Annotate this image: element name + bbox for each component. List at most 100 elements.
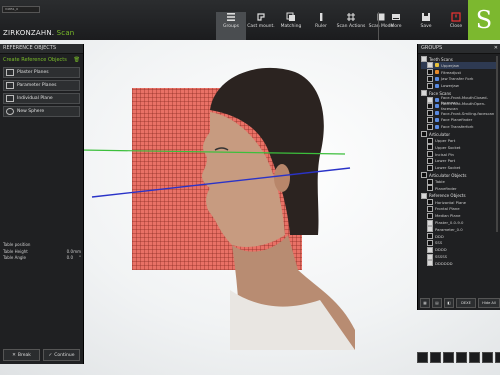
close-panel-icon[interactable]: ✕ <box>494 44 498 53</box>
item-checkbox[interactable] <box>427 123 433 130</box>
group-item[interactable]: SSSSS <box>421 253 496 260</box>
group-item[interactable]: Jaw Transfer Fork <box>421 75 496 83</box>
continue-button[interactable]: ✓ Continue <box>43 349 80 361</box>
item-checkbox[interactable] <box>427 116 433 123</box>
group-item[interactable]: Upper Socket <box>421 144 496 151</box>
color-swatch[interactable] <box>435 117 439 122</box>
color-swatch[interactable] <box>435 97 439 102</box>
item-checkbox[interactable] <box>427 205 433 212</box>
group-item[interactable]: Parameter_0.0 <box>421 226 496 233</box>
item-checkbox[interactable] <box>427 75 433 82</box>
group-item[interactable]: Horizontal Plane <box>421 199 496 206</box>
item-checkbox[interactable] <box>427 82 433 89</box>
hide-all-button[interactable]: Hide All <box>478 298 500 308</box>
group-item[interactable]: DDDD <box>421 246 496 253</box>
color-swatch[interactable] <box>435 76 439 81</box>
view-add-icon[interactable] <box>495 352 500 363</box>
group-item[interactable]: Face Transferfork <box>421 123 496 130</box>
more-button[interactable]: More <box>381 12 411 40</box>
group-checkbox[interactable] <box>421 56 427 62</box>
group-checkbox[interactable] <box>421 172 427 179</box>
create-reference-objects[interactable]: Create Reference Objects 🗑 <box>0 54 83 65</box>
groups-scrollbar[interactable] <box>496 56 498 232</box>
zirkonzahn-logo-button[interactable]: S <box>468 0 500 40</box>
save-button[interactable]: Save <box>411 12 441 40</box>
view-back-icon[interactable] <box>430 352 441 363</box>
plane-icon <box>6 82 14 89</box>
list-view-icon[interactable]: ▤ <box>432 298 442 308</box>
color-swatch[interactable] <box>435 70 439 75</box>
scan-actions-button[interactable]: Scan Actions <box>336 12 366 40</box>
group-item[interactable]: Lowerjaw <box>421 82 496 89</box>
group-item[interactable]: Plaster_0.0-9.0 <box>421 219 496 226</box>
new-sphere-button[interactable]: New Sphere <box>3 106 80 117</box>
color-swatch[interactable] <box>435 124 439 129</box>
item-checkbox[interactable] <box>427 239 433 246</box>
table-angle-input[interactable]: 0.0 <box>61 255 73 260</box>
group-item[interactable]: Face Planefinder <box>421 116 496 124</box>
item-checkbox[interactable] <box>427 178 433 185</box>
item-checkbox[interactable] <box>427 69 433 76</box>
item-checkbox[interactable] <box>427 219 433 226</box>
item-checkbox[interactable] <box>427 62 433 69</box>
group-item[interactable]: Lower Part <box>421 157 496 165</box>
ruler-button[interactable]: Ruler <box>306 12 336 40</box>
group-item[interactable]: Face-Front-Smiling-facescan <box>421 110 496 117</box>
group-checkbox[interactable] <box>421 192 427 199</box>
item-checkbox[interactable] <box>427 164 433 171</box>
cast-mount-button[interactable]: Cast mount. <box>246 12 276 40</box>
group-item[interactable]: Incisal Pin <box>421 151 496 158</box>
color-swatch[interactable] <box>435 63 439 68</box>
view-bottom-icon[interactable] <box>482 352 493 363</box>
color-swatch[interactable] <box>435 104 439 109</box>
item-checkbox[interactable] <box>427 144 433 151</box>
grid-view-icon[interactable]: ▦ <box>420 298 430 308</box>
item-checkbox[interactable] <box>427 199 433 206</box>
matching-button[interactable]: Matching <box>276 12 306 40</box>
table-height-input[interactable]: 0.0 <box>61 249 73 254</box>
group-item[interactable]: Fitreadjust <box>421 69 496 76</box>
item-checkbox[interactable] <box>427 260 433 267</box>
group-item[interactable]: Table <box>421 178 496 185</box>
item-checkbox[interactable] <box>427 253 433 260</box>
item-checkbox[interactable] <box>427 103 433 110</box>
scan-actions-icon <box>347 13 355 21</box>
close-button[interactable]: Close <box>441 12 471 40</box>
group-item[interactable]: Lower Socket <box>421 164 496 171</box>
item-checkbox[interactable] <box>427 110 433 117</box>
item-checkbox[interactable] <box>427 233 433 240</box>
group-item[interactable]: Upper Part <box>421 137 496 144</box>
group-item[interactable]: Face-Front-MouthOpen-facescan <box>421 101 496 111</box>
trash-icon[interactable]: 🗑 <box>74 57 80 63</box>
color-swatch[interactable] <box>435 111 439 116</box>
item-checkbox[interactable] <box>427 157 433 164</box>
color-swatch[interactable] <box>435 83 439 88</box>
group-checkbox[interactable] <box>421 90 427 97</box>
item-checkbox[interactable] <box>427 212 433 219</box>
view-left-icon[interactable] <box>443 352 454 363</box>
dexe-button[interactable]: DEXE <box>456 298 476 308</box>
group-item[interactable]: Frontal Plane <box>421 205 496 213</box>
group-item[interactable]: Planefinder <box>421 185 496 192</box>
view-top-icon[interactable] <box>469 352 480 363</box>
individual-plane-button[interactable]: Individual Plane <box>3 93 80 104</box>
contrast-icon[interactable]: ◧ <box>444 298 454 308</box>
break-button[interactable]: ✕ Break <box>3 349 40 361</box>
group-item[interactable]: Median Plane <box>421 212 496 219</box>
groups-button[interactable]: Groups <box>216 12 246 40</box>
group-item[interactable]: Upperjaw <box>421 62 496 69</box>
item-checkbox[interactable] <box>427 246 433 253</box>
item-checkbox[interactable] <box>427 137 433 144</box>
group-item[interactable]: DDD <box>421 233 496 240</box>
view-right-icon[interactable] <box>456 352 467 363</box>
parameter-planes-button[interactable]: Parameter Planes <box>3 80 80 91</box>
item-checkbox[interactable] <box>427 151 433 158</box>
group-item[interactable]: SSS <box>421 239 496 247</box>
group-item[interactable]: DDDDDD <box>421 260 496 267</box>
item-checkbox[interactable] <box>427 226 433 233</box>
plaster-planes-button[interactable]: Plaster Planes <box>3 67 80 78</box>
item-checkbox[interactable] <box>427 96 433 103</box>
item-checkbox[interactable] <box>427 185 433 192</box>
group-checkbox[interactable] <box>421 131 427 138</box>
view-front-icon[interactable] <box>417 352 428 363</box>
